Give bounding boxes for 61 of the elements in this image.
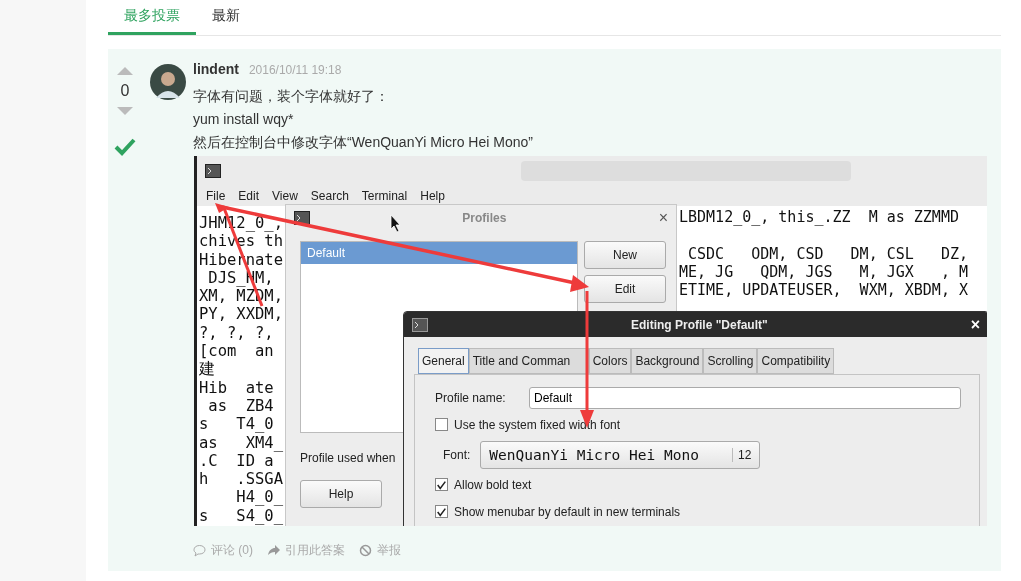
checkbox[interactable]	[435, 478, 448, 491]
downvote-icon[interactable]	[117, 106, 133, 116]
close-button[interactable]: ×	[658, 209, 668, 227]
share-arrow-icon	[267, 544, 280, 557]
menu-item[interactable]: Edit	[238, 189, 260, 203]
terminal-line: Hib ate	[199, 378, 275, 397]
terminal-line: ETIME, UPDATEUSER, WXM, XBDM, X	[679, 281, 969, 300]
terminal-line: PY, XXDM,	[199, 305, 284, 324]
checkbox[interactable]	[435, 505, 448, 518]
dialog-title: Editing Profile "Default"	[629, 317, 769, 332]
terminal-line: CSDC ODM, CSD DM, CSL DZ,	[687, 244, 969, 263]
checkbox[interactable]	[435, 418, 448, 431]
close-button[interactable]: ×	[970, 315, 980, 334]
terminal-line: as ZB4	[207, 396, 275, 416]
terminal-line: as XM4_	[199, 433, 284, 452]
dialog-tab[interactable]: Background	[631, 348, 704, 374]
post-time: 2016/10/11 19:18	[248, 63, 342, 77]
terminal-line: s S4_0_	[199, 506, 284, 526]
checkbox-label: Show menubar by default in new terminals	[454, 504, 681, 519]
help-button[interactable]: Help	[300, 480, 382, 508]
terminal-line: 建	[199, 360, 216, 379]
menu-item[interactable]: Help	[420, 189, 445, 203]
vote-count: 0	[120, 82, 130, 100]
sort-tab[interactable]: 最新	[196, 0, 256, 35]
menu-item[interactable]: File	[206, 189, 226, 203]
menu-item[interactable]: Search	[310, 189, 349, 203]
menu-item[interactable]: View	[272, 189, 298, 203]
mouse-pointer-icon	[390, 214, 401, 233]
answer-text: yum install wqy*	[193, 110, 295, 129]
terminal-icon	[412, 317, 428, 332]
terminal-line: LBDM12_0_, this_.ZZ M as ZZMMD	[679, 208, 960, 227]
answer-text: 然后在控制台中修改字体“WenQuanYi Micro Hei Mono”	[193, 133, 534, 152]
dialog-button[interactable]: New	[584, 241, 666, 269]
answer-text: 字体有问题，装个字体就好了：	[193, 87, 390, 106]
terminal-line: h .SSGA	[199, 470, 284, 489]
menu-item[interactable]: Terminal	[361, 189, 408, 203]
field-label: Font:	[443, 447, 471, 462]
comment-icon	[193, 544, 206, 557]
dialog-tab[interactable]: General	[418, 348, 469, 374]
checkbox-label: Allow bold text	[454, 477, 532, 492]
dialog-tab[interactable]: Colors	[588, 348, 632, 374]
terminal-line: ME, JG QDM, JGS M, JGX , M	[679, 262, 969, 282]
profile-name-field[interactable]: Default	[529, 386, 961, 409]
terminal-line: H4_0_	[235, 488, 284, 507]
upvote-icon[interactable]	[117, 66, 133, 76]
terminal-line: [com an	[199, 342, 275, 361]
ban-icon	[359, 544, 372, 557]
terminal-icon	[205, 164, 221, 178]
dialog-tab[interactable]: Title and Comman	[468, 348, 589, 374]
font-button[interactable]: WenQuanYi Micro Hei Mono 12	[480, 440, 761, 469]
dialog-label: Profile used when	[300, 451, 396, 467]
dialog-title: Profiles	[462, 211, 507, 225]
dialog-button[interactable]: Edit	[584, 275, 666, 303]
dialog-tab[interactable]: Scrolling	[703, 348, 758, 374]
avatar	[150, 64, 186, 100]
terminal-line: s T4_0	[199, 415, 275, 434]
author-name[interactable]: lindent	[193, 61, 239, 77]
terminal-line: .C ID a	[199, 451, 274, 471]
field-label: Profile name:	[435, 390, 507, 405]
terminal-line: ?, ?, ?,	[199, 323, 275, 343]
dialog-tab[interactable]: Compatibility	[757, 348, 835, 374]
